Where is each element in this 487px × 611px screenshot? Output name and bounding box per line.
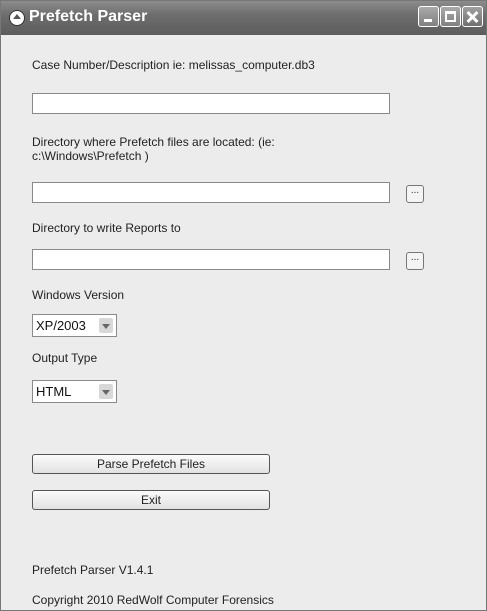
windows-version-value: XP/2003 (36, 318, 86, 333)
windows-version-label: Windows Version (32, 288, 125, 302)
app-icon[interactable] (9, 10, 25, 26)
exit-button[interactable]: Exit (32, 490, 270, 510)
prefetch-browse-button[interactable]: ... (406, 185, 424, 203)
title-bar[interactable]: Prefetch Parser (1, 1, 486, 35)
minimize-button[interactable] (418, 6, 439, 27)
prefetch-dir-label-line2: c:\Windows\Prefetch ) (32, 149, 149, 163)
version-text: Prefetch Parser V1.4.1 (32, 563, 154, 577)
reports-dir-label: Directory to write Reports to (32, 221, 181, 235)
app-window: Prefetch Parser Case Number/Description … (0, 0, 487, 611)
window-title: Prefetch Parser (29, 8, 148, 25)
chevron-down-icon[interactable] (99, 384, 113, 399)
prefetch-dir-input[interactable] (32, 182, 390, 203)
output-type-label: Output Type (32, 351, 98, 365)
copyright-text: Copyright 2010 RedWolf Computer Forensic… (32, 593, 274, 607)
case-label: Case Number/Description ie: melissas_com… (32, 58, 315, 72)
windows-version-select[interactable]: XP/2003 (32, 314, 117, 337)
reports-dir-input[interactable] (32, 249, 390, 270)
parse-button[interactable]: Parse Prefetch Files (32, 454, 270, 474)
close-button[interactable] (462, 6, 483, 27)
maximize-button[interactable] (440, 6, 461, 27)
prefetch-dir-label-line1: Directory where Prefetch files are locat… (32, 135, 275, 149)
reports-browse-button[interactable]: ... (406, 252, 424, 270)
output-type-select[interactable]: HTML (32, 380, 117, 403)
chevron-down-icon[interactable] (99, 318, 113, 333)
output-type-value: HTML (36, 384, 72, 399)
case-input[interactable] (32, 93, 390, 114)
